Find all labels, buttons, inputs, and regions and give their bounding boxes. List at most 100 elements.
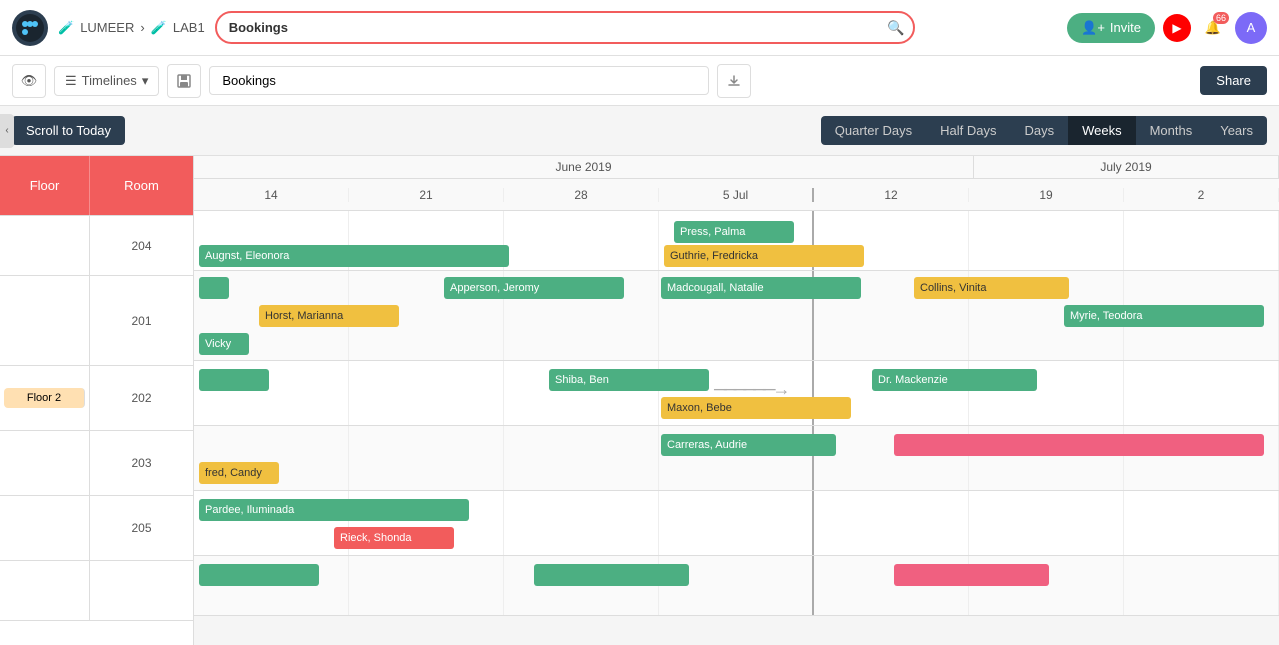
booking-bar-201-green1[interactable]: [199, 277, 229, 299]
timeline-view-switcher: Quarter Days Half Days Days Weeks Months…: [821, 116, 1267, 145]
booking-bar-guthrie[interactable]: Guthrie, Fredricka: [664, 245, 864, 267]
share-button[interactable]: Share: [1200, 66, 1267, 95]
days-button[interactable]: Days: [1010, 116, 1068, 145]
half-days-button[interactable]: Half Days: [926, 116, 1010, 145]
timeline-area: ‹ Scroll to Today Quarter Days Half Days…: [0, 106, 1279, 645]
booking-bar-pardee[interactable]: Pardee, Iluminada: [199, 499, 469, 521]
week-14: 14: [194, 188, 349, 202]
floor2-badge: Floor 2: [4, 388, 85, 408]
youtube-icon[interactable]: ▶: [1163, 14, 1191, 42]
view-toggle-button[interactable]: 👁: [12, 64, 46, 98]
invite-button[interactable]: 👤+ Invite: [1067, 13, 1155, 43]
notification-icon[interactable]: 🔔 66: [1199, 14, 1227, 42]
booking-bar-dr-mackenzie[interactable]: Dr. Mackenzie: [872, 369, 1037, 391]
search-bar: 🔍: [215, 11, 915, 44]
floor-cell-last: [0, 561, 90, 620]
booking-bar-horst[interactable]: Horst, Marianna: [259, 305, 399, 327]
booking-bar-press-palma[interactable]: Press, Palma: [674, 221, 794, 243]
room-header: Room: [90, 156, 193, 215]
logo[interactable]: [12, 10, 48, 46]
grid-row-205: Pardee, Iluminada Rieck, Shonda: [194, 491, 1279, 556]
booking-bar-madcougall[interactable]: Madcougall, Natalie: [661, 277, 861, 299]
document-title-input[interactable]: [209, 66, 709, 95]
notification-badge: 66: [1213, 12, 1229, 24]
room-num-204: 204: [90, 216, 193, 275]
grid-scroll[interactable]: June 2019 July 2019 14 21 28 5 Jul 12 19…: [194, 156, 1279, 645]
booking-bar-rieck[interactable]: Rieck, Shonda: [334, 527, 454, 549]
booking-bar-fred-candy[interactable]: fred, Candy: [199, 462, 279, 484]
menu-icon: ☰: [65, 73, 77, 89]
grid-row-203: Carreras, Audrie fred, Candy: [194, 426, 1279, 491]
topbar: 🧪 LUMEER › 🧪 LAB1 🔍 👤+ Invite ▶ 🔔 66 A: [0, 0, 1279, 56]
booking-bar-last-1[interactable]: [199, 564, 319, 586]
breadcrumb-arrow: ›: [140, 20, 144, 35]
quarter-days-button[interactable]: Quarter Days: [821, 116, 926, 145]
week-12: 12: [814, 188, 969, 202]
booking-bar-maxon[interactable]: Maxon, Bebe: [661, 397, 851, 419]
toolbar: 👁 ☰ Timelines ▾ Share: [0, 56, 1279, 106]
label-row-201: 201: [0, 276, 193, 366]
booking-bar-carreras[interactable]: Carreras, Audrie: [661, 434, 836, 456]
grid-row-last: [194, 556, 1279, 616]
booking-bar-shiba[interactable]: Shiba, Ben: [549, 369, 709, 391]
invite-icon: 👤+: [1081, 20, 1105, 36]
floor-cell-205: [0, 496, 90, 560]
week-28: 28: [504, 188, 659, 202]
lab-icon: 🧪: [151, 20, 167, 36]
flask-icon: 🧪: [58, 20, 74, 36]
save-icon-button[interactable]: [167, 64, 201, 98]
week-19: 19: [969, 188, 1124, 202]
timelines-dropdown[interactable]: ☰ Timelines ▾: [54, 66, 159, 96]
calendar-container: Floor Room 204 201 Floor 2 202: [0, 156, 1279, 645]
search-input[interactable]: [215, 11, 915, 44]
collapse-sidebar-button[interactable]: ‹: [0, 114, 14, 148]
booking-bar-last-3[interactable]: [894, 564, 1049, 586]
july-header: July 2019: [974, 156, 1279, 178]
booking-bar-202-green1[interactable]: [199, 369, 269, 391]
search-icon[interactable]: 🔍: [887, 19, 904, 36]
week-5jul: 5 Jul: [659, 188, 814, 202]
floor-header: Floor: [0, 156, 90, 215]
lab1-label[interactable]: LAB1: [173, 20, 205, 35]
booking-bar-collins[interactable]: Collins, Vinita: [914, 277, 1069, 299]
timeline-controls: ‹ Scroll to Today Quarter Days Half Days…: [0, 106, 1279, 156]
booking-bar-augnst[interactable]: Augnst, Eleonora: [199, 245, 509, 267]
label-row-last: [0, 561, 193, 621]
floor-cell-201: [0, 276, 90, 365]
weeks-button[interactable]: Weeks: [1068, 116, 1136, 145]
floor-cell-203: [0, 431, 90, 495]
scroll-today-button[interactable]: Scroll to Today: [12, 116, 125, 145]
room-num-last: [90, 561, 193, 620]
floor-cell-204: [0, 216, 90, 275]
booking-bar-apperson[interactable]: Apperson, Jeromy: [444, 277, 624, 299]
grid-row-204: Press, Palma Augnst, Eleonora Guthrie, F…: [194, 211, 1279, 271]
room-num-203: 203: [90, 431, 193, 495]
grid-row-201: Apperson, Jeromy Madcougall, Natalie Col…: [194, 271, 1279, 361]
june-header: June 2019: [194, 156, 974, 178]
grid-row-202: Shiba, Ben ──────→ Dr. Mackenzie Maxon, …: [194, 361, 1279, 426]
week-headers: 14 21 28 5 Jul 12 19 2: [194, 179, 1279, 211]
label-row-202: Floor 2 202: [0, 366, 193, 431]
download-icon-button[interactable]: [717, 64, 751, 98]
lumeer-label[interactable]: LUMEER: [80, 20, 134, 35]
booking-bar-pink-203[interactable]: [894, 434, 1264, 456]
floor-cell-202: Floor 2: [0, 366, 90, 430]
months-button[interactable]: Months: [1136, 116, 1207, 145]
chevron-down-icon: ▾: [142, 73, 149, 89]
row-labels: Floor Room 204 201 Floor 2 202: [0, 156, 194, 645]
room-num-201: 201: [90, 276, 193, 365]
booking-bar-myrie[interactable]: Myrie, Teodora: [1064, 305, 1264, 327]
booking-bar-last-2[interactable]: [534, 564, 689, 586]
label-row-204: 204: [0, 216, 193, 276]
label-row-203: 203: [0, 431, 193, 496]
room-num-202: 202: [90, 366, 193, 430]
grid-inner: June 2019 July 2019 14 21 28 5 Jul 12 19…: [194, 156, 1279, 616]
avatar[interactable]: A: [1235, 12, 1267, 44]
label-row-205: 205: [0, 496, 193, 561]
topbar-right: 👤+ Invite ▶ 🔔 66 A: [1067, 12, 1267, 44]
column-headers: Floor Room: [0, 156, 193, 216]
years-button[interactable]: Years: [1206, 116, 1267, 145]
booking-bar-vicky[interactable]: Vicky: [199, 333, 249, 355]
month-headers: June 2019 July 2019: [194, 156, 1279, 179]
week-21: 21: [349, 188, 504, 202]
